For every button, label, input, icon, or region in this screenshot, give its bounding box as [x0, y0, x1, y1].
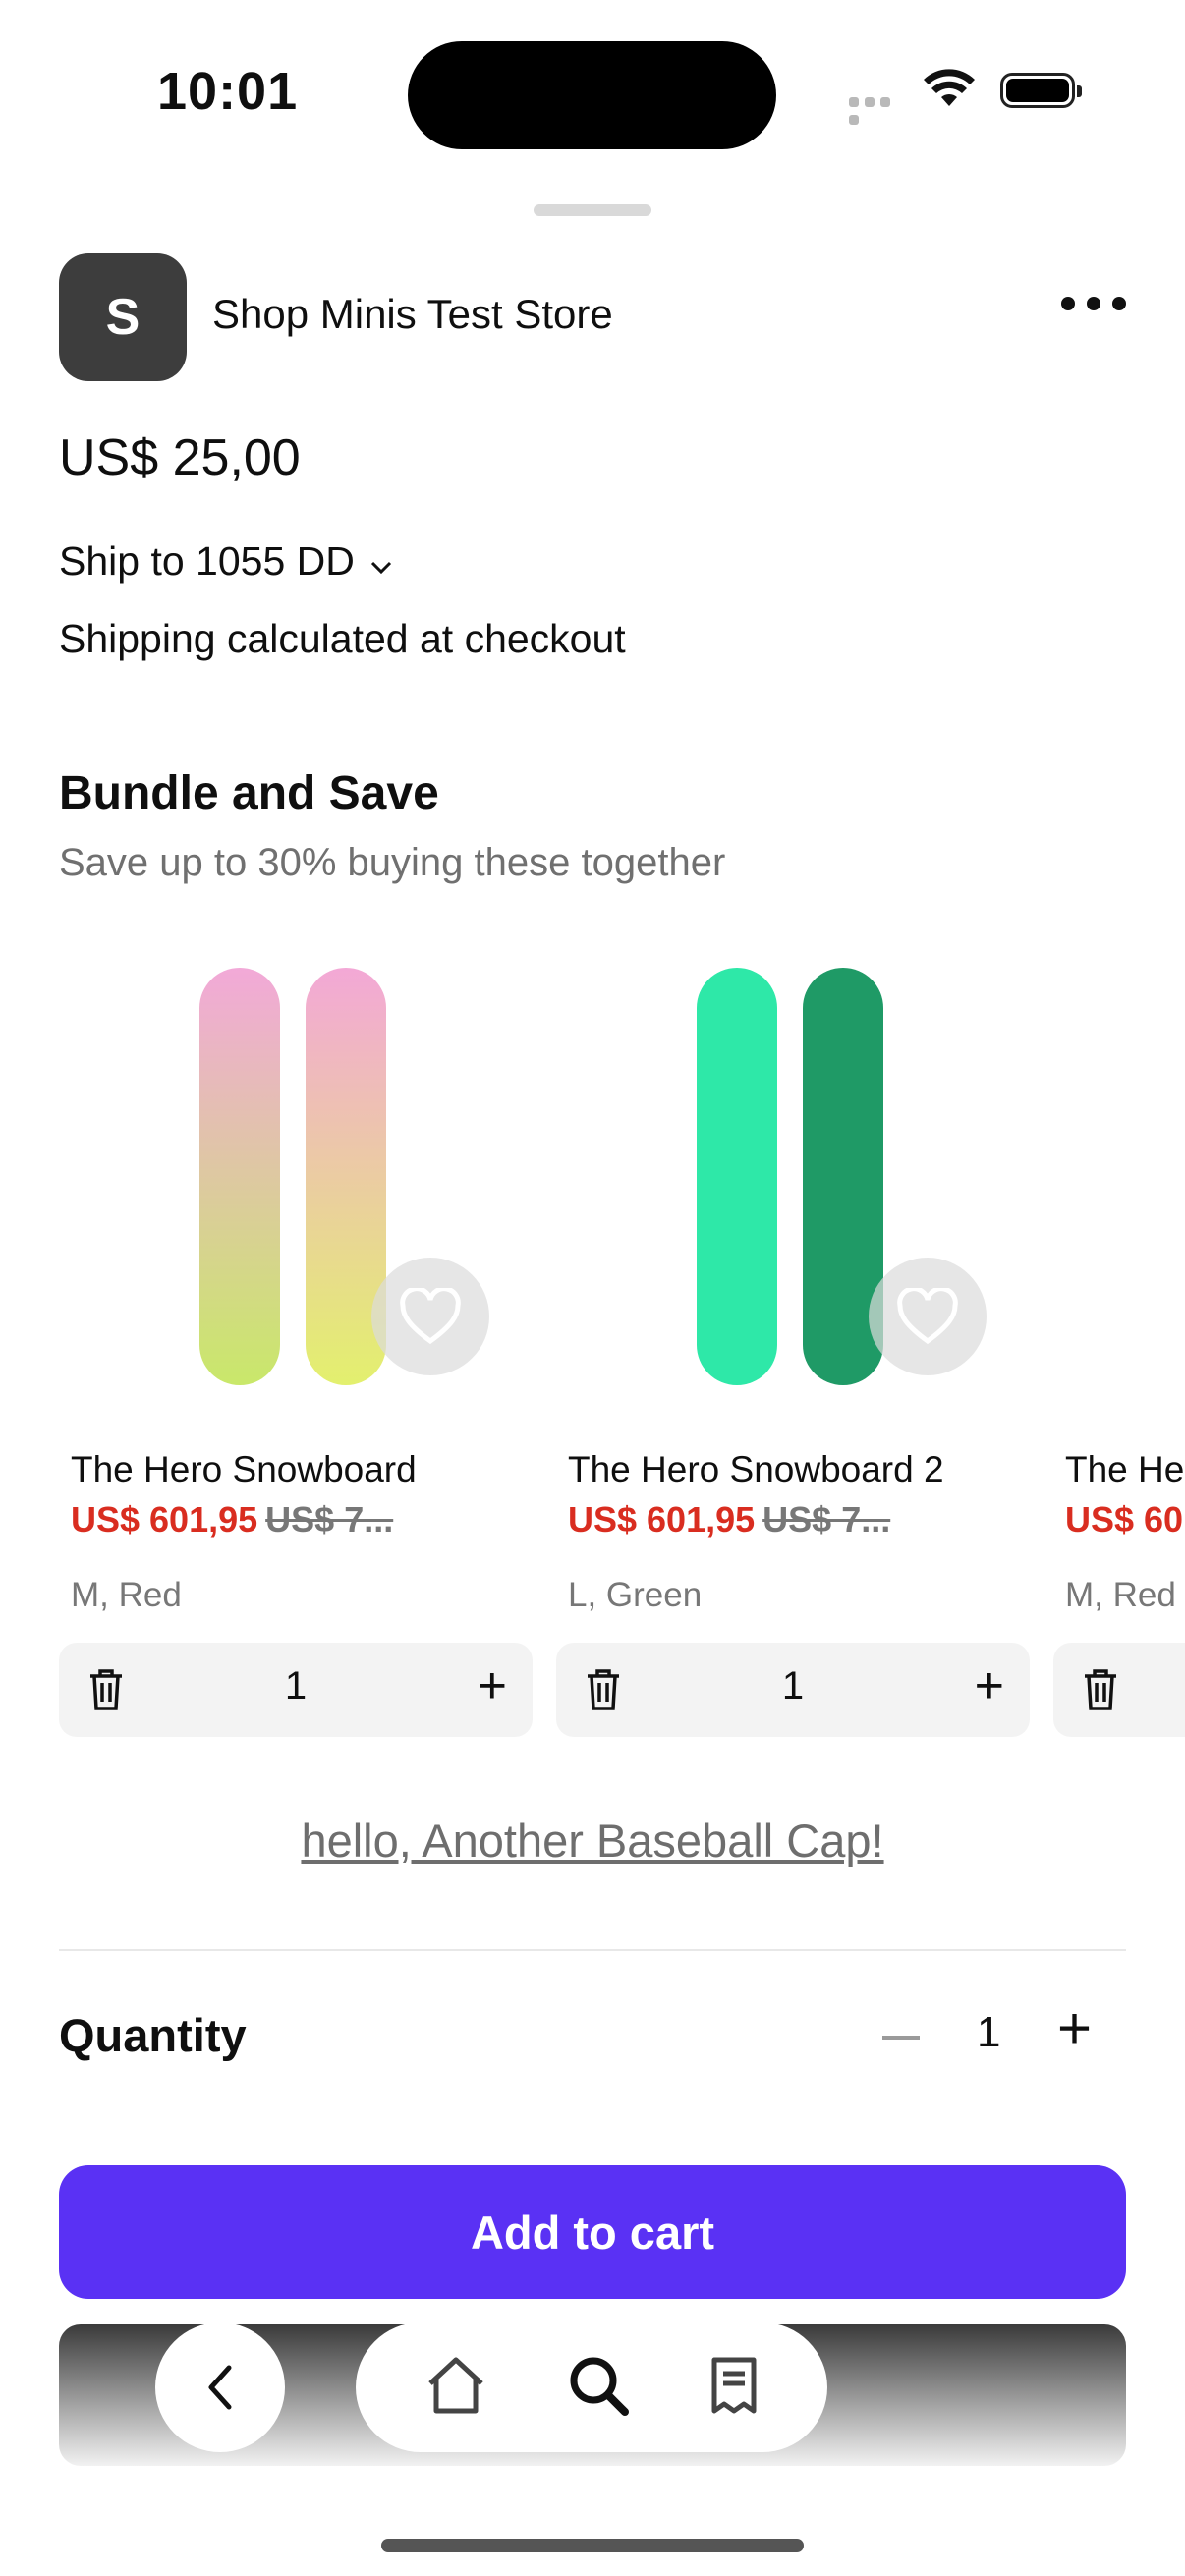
- ship-to-selector[interactable]: Ship to 1055 DD: [59, 538, 392, 585]
- plus-icon[interactable]: +: [478, 1656, 507, 1715]
- dynamic-island: [408, 41, 776, 149]
- original-price: US$ 7...: [762, 1499, 891, 1540]
- plus-icon[interactable]: +: [975, 1656, 1004, 1715]
- quantity-value: 1: [781, 1664, 805, 1708]
- cellular-signal-icon: [849, 94, 910, 125]
- quantity-stepper: 1 +: [59, 1643, 533, 1737]
- trash-icon[interactable]: [1081, 1668, 1120, 1716]
- wifi-icon: [924, 69, 975, 113]
- bottom-nav-pill: [356, 2323, 827, 2452]
- favorite-heart-icon[interactable]: [371, 1258, 489, 1375]
- bundle-product-card[interactable]: The Hero Snowboard 2 US$ 601,95 US$ 7... …: [556, 933, 1030, 1737]
- search-icon[interactable]: [567, 2354, 630, 2422]
- original-price: US$ 7...: [265, 1499, 394, 1540]
- chevron-down-icon: [370, 538, 392, 585]
- minus-icon[interactable]: [882, 2036, 920, 2040]
- receipt-icon[interactable]: [709, 2356, 759, 2420]
- battery-icon: [1000, 73, 1082, 108]
- chevron-left-icon: [208, 2365, 232, 2410]
- bundle-product-card[interactable]: The Hero Snowboard US$ 601,95 US$ 7... M,…: [59, 933, 533, 1737]
- divider: [59, 1949, 1126, 1951]
- product-name[interactable]: The Hero Snowboard: [71, 1449, 417, 1490]
- snowboard-image: [697, 968, 777, 1385]
- quantity-value: 1: [284, 1664, 308, 1708]
- plus-icon[interactable]: +: [1057, 1994, 1092, 2062]
- home-icon[interactable]: [424, 2356, 487, 2420]
- product-name[interactable]: The Hero Snowboard 2: [568, 1449, 944, 1490]
- shipping-note: Shipping calculated at checkout: [59, 616, 626, 661]
- sheet-drag-handle[interactable]: [534, 204, 651, 216]
- product-link[interactable]: hello, Another Baseball Cap!: [0, 1814, 1185, 1868]
- bundle-subtitle: Save up to 30% buying these together: [59, 841, 726, 884]
- product-price: US$ 25,00: [59, 429, 301, 486]
- bundle-title: Bundle and Save: [59, 767, 439, 819]
- sale-price: US$ 601,95: [71, 1499, 258, 1540]
- sale-price: US$ 60: [1065, 1499, 1184, 1540]
- product-image[interactable]: [59, 933, 533, 1395]
- quantity-stepper: [1053, 1643, 1185, 1737]
- store-name[interactable]: Shop Minis Test Store: [212, 291, 613, 338]
- product-variant: L, Green: [568, 1576, 703, 1614]
- snowboard-image: [199, 968, 280, 1385]
- sale-price: US$ 601,95: [568, 1499, 756, 1540]
- favorite-heart-icon[interactable]: [869, 1258, 987, 1375]
- back-button[interactable]: [155, 2323, 285, 2452]
- quantity-label: Quantity: [59, 2009, 247, 2061]
- quantity-stepper: 1 +: [556, 1643, 1030, 1737]
- quantity-value: 1: [977, 2008, 1001, 2056]
- status-time: 10:01: [157, 62, 299, 121]
- product-name[interactable]: The He: [1065, 1449, 1184, 1490]
- product-variant: M, Red: [1065, 1576, 1176, 1614]
- more-options-icon[interactable]: [1061, 297, 1126, 310]
- ship-to-label: Ship to 1055 DD: [59, 538, 355, 584]
- bundle-product-card-clipped[interactable]: The He US$ 60 M, Red: [1053, 933, 1185, 1739]
- add-to-cart-button[interactable]: Add to cart: [59, 2165, 1126, 2299]
- product-variant: M, Red: [71, 1576, 182, 1614]
- store-logo[interactable]: S: [59, 253, 187, 381]
- home-indicator[interactable]: [381, 2539, 804, 2552]
- product-image[interactable]: [556, 933, 1030, 1395]
